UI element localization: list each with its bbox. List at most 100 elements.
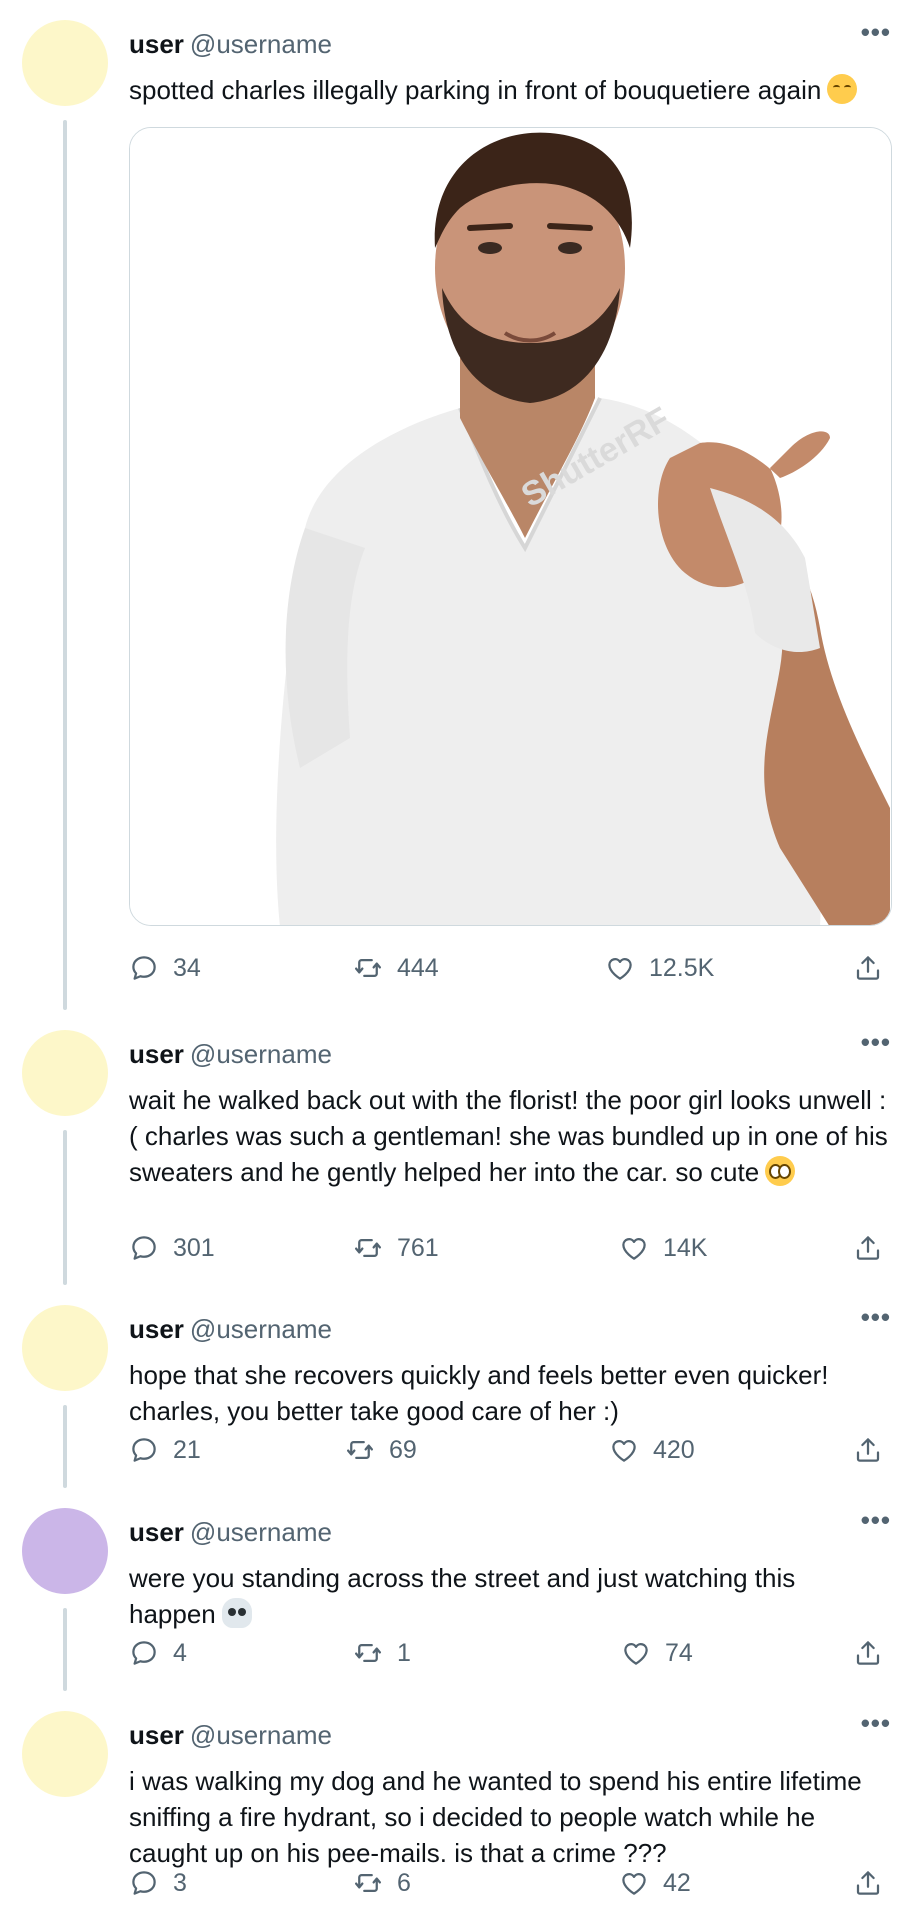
- man-pointing-photo: ShutterRF: [130, 128, 891, 925]
- retweet-count: 69: [389, 1436, 417, 1464]
- tweet-actions: 301 761 14K: [129, 1228, 893, 1268]
- tweet-5[interactable]: user @username ••• i was walking my dog a…: [0, 1691, 913, 1920]
- more-dots-icon[interactable]: •••: [861, 1304, 891, 1330]
- retweet-count: 1: [397, 1639, 411, 1667]
- display-name[interactable]: user: [129, 1039, 184, 1069]
- like-button[interactable]: 420: [609, 1430, 695, 1470]
- heart-icon: [619, 1233, 649, 1263]
- tweet-header: user @username: [129, 1516, 332, 1548]
- tweet-text: hope that she recovers quickly and feels…: [129, 1357, 889, 1429]
- share-button[interactable]: [853, 1633, 883, 1673]
- like-count: 74: [665, 1639, 693, 1667]
- heart-icon: [609, 1435, 639, 1465]
- retweet-count: 444: [397, 954, 439, 982]
- retweet-arrows-icon: [353, 953, 383, 983]
- more-dots-icon[interactable]: •••: [861, 1029, 891, 1055]
- retweet-count: 761: [397, 1234, 439, 1262]
- like-button[interactable]: 74: [621, 1633, 693, 1673]
- heart-icon: [621, 1638, 651, 1668]
- retweet-button[interactable]: 1: [353, 1633, 411, 1673]
- tweet-3[interactable]: user @username ••• hope that she recovers…: [0, 1285, 913, 1488]
- like-count: 42: [663, 1869, 691, 1897]
- avatar[interactable]: [22, 1305, 108, 1391]
- retweet-button[interactable]: 6: [353, 1863, 411, 1903]
- retweet-button[interactable]: 761: [353, 1228, 439, 1268]
- retweet-arrows-icon: [353, 1233, 383, 1263]
- user-handle[interactable]: @username: [190, 1314, 332, 1344]
- tweet-thread: user @username ••• spotted charles illega…: [0, 0, 913, 1920]
- speech-bubble-icon: [129, 1868, 159, 1898]
- reply-count: 301: [173, 1234, 215, 1262]
- heart-icon: [619, 1868, 649, 1898]
- more-dots-icon[interactable]: •••: [861, 19, 891, 45]
- more-dots-icon[interactable]: •••: [861, 1710, 891, 1736]
- tweet-header: user @username: [129, 28, 332, 60]
- reply-count: 3: [173, 1869, 187, 1897]
- tweet-actions: 4 1 74: [129, 1633, 893, 1673]
- share-button[interactable]: [853, 1863, 883, 1903]
- user-handle[interactable]: @username: [190, 1720, 332, 1750]
- avatar[interactable]: [22, 1508, 108, 1594]
- tweet-header: user @username: [129, 1038, 332, 1070]
- speech-bubble-icon: [129, 1233, 159, 1263]
- heart-icon: [605, 953, 635, 983]
- share-button[interactable]: [853, 948, 883, 988]
- display-name[interactable]: user: [129, 1314, 184, 1344]
- reply-count: 21: [173, 1436, 201, 1464]
- tweet-4[interactable]: user @username ••• were you standing acro…: [0, 1488, 913, 1691]
- avatar[interactable]: [22, 20, 108, 106]
- speech-bubble-icon: [129, 953, 159, 983]
- avatar[interactable]: [22, 1030, 108, 1116]
- share-button[interactable]: [853, 1430, 883, 1470]
- like-count: 420: [653, 1436, 695, 1464]
- speech-bubble-icon: [129, 1435, 159, 1465]
- like-button[interactable]: 14K: [619, 1228, 707, 1268]
- reply-count: 4: [173, 1639, 187, 1667]
- thread-connector-line: [63, 120, 67, 1010]
- avatar[interactable]: [22, 1711, 108, 1797]
- tweet-actions: 21 69 420: [129, 1430, 893, 1470]
- tweet-media-image[interactable]: ShutterRF: [129, 127, 892, 926]
- pleading-face-emoji-icon: [765, 1156, 796, 1186]
- tweet-actions: 34 444 12.5K: [129, 948, 893, 988]
- like-count: 12.5K: [649, 954, 715, 982]
- thread-connector-line: [63, 1405, 67, 1488]
- share-upload-icon: [853, 1233, 883, 1263]
- display-name[interactable]: user: [129, 1720, 184, 1750]
- reply-button[interactable]: 3: [129, 1863, 187, 1903]
- more-dots-icon[interactable]: •••: [861, 1507, 891, 1533]
- skull-emoji-icon: [221, 1598, 252, 1628]
- reply-button[interactable]: 21: [129, 1430, 201, 1470]
- user-handle[interactable]: @username: [190, 1039, 332, 1069]
- reply-count: 34: [173, 954, 201, 982]
- user-handle[interactable]: @username: [190, 1517, 332, 1547]
- tweet-2[interactable]: user @username ••• wait he walked back ou…: [0, 1010, 913, 1285]
- retweet-button[interactable]: 69: [345, 1430, 417, 1470]
- retweet-count: 6: [397, 1869, 411, 1897]
- tweet-header: user @username: [129, 1719, 332, 1751]
- share-upload-icon: [853, 1435, 883, 1465]
- thread-connector-line: [63, 1608, 67, 1691]
- tweet-text: spotted charles illegally parking in fro…: [129, 72, 889, 108]
- like-button[interactable]: 42: [619, 1863, 691, 1903]
- reply-button[interactable]: 4: [129, 1633, 187, 1673]
- relieved-face-emoji-icon: [827, 74, 858, 104]
- display-name[interactable]: user: [129, 29, 184, 59]
- retweet-button[interactable]: 444: [353, 948, 439, 988]
- user-handle[interactable]: @username: [190, 29, 332, 59]
- tweet-header: user @username: [129, 1313, 332, 1345]
- reply-button[interactable]: 34: [129, 948, 201, 988]
- tweet-text-content: spotted charles illegally parking in fro…: [129, 75, 822, 105]
- display-name[interactable]: user: [129, 1517, 184, 1547]
- tweet-actions: 3 6 42: [129, 1863, 893, 1903]
- tweet-1[interactable]: user @username ••• spotted charles illega…: [0, 0, 913, 1010]
- share-upload-icon: [853, 953, 883, 983]
- retweet-arrows-icon: [345, 1435, 375, 1465]
- reply-button[interactable]: 301: [129, 1228, 215, 1268]
- tweet-text: were you standing across the street and …: [129, 1560, 889, 1632]
- tweet-text: i was walking my dog and he wanted to sp…: [129, 1763, 889, 1871]
- share-button[interactable]: [853, 1228, 883, 1268]
- thread-connector-line: [63, 1130, 67, 1285]
- share-upload-icon: [853, 1868, 883, 1898]
- like-button[interactable]: 12.5K: [605, 948, 714, 988]
